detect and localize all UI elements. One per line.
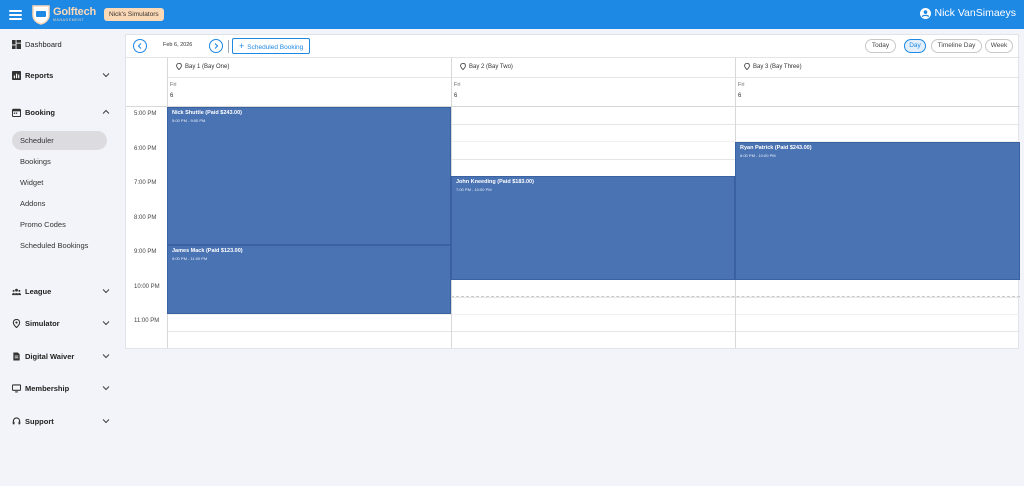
sidebar-item-dashboard[interactable]: Dashboard (12, 36, 112, 52)
sidebar-item-label: Membership (25, 383, 70, 393)
previous-day-button[interactable] (133, 39, 147, 53)
booking-event-title: James Mack (Paid $123.00) (172, 248, 243, 254)
day-view-button[interactable]: Day (904, 39, 926, 53)
sidebar-item-membership[interactable]: Membership (12, 380, 112, 396)
booking-event[interactable]: Ryan Patrick (Paid $243.00) 6:00 PM - 10:… (735, 141, 1020, 280)
current-date-label[interactable]: Feb 6, 2026 (163, 42, 192, 48)
chevron-down-icon (102, 419, 110, 424)
scheduled-booking-label: Scheduled Booking (247, 44, 304, 51)
sidebar-item-league[interactable]: League (12, 283, 112, 299)
toolbar-divider (228, 40, 229, 53)
hamburger-menu-icon[interactable] (9, 8, 22, 21)
sidebar-item-scheduler[interactable]: Scheduler (12, 131, 107, 150)
bay-day-of-week: Fri (454, 82, 461, 88)
booking-event[interactable]: Nick Shuttle (Paid $243.00) 5:00 PM - 9:0… (167, 107, 451, 245)
location-pin-icon (12, 318, 21, 328)
sidebar-item-label: League (25, 286, 52, 296)
sidebar-item-widget[interactable]: Widget (12, 173, 107, 192)
location-pin-icon (460, 63, 466, 70)
chevron-down-icon (102, 354, 110, 359)
chevron-down-icon (102, 386, 110, 391)
top-app-bar: Golftech MANAGEMENT Nick's Simulators Ni… (0, 0, 1024, 29)
logo-secondary-text: MANAGEMENT (53, 17, 85, 22)
booking-event-title: Nick Shuttle (Paid $243.00) (172, 110, 242, 116)
bay-day-number: 6 (170, 93, 174, 99)
booking-event[interactable]: John Kneeding (Paid $183.00) 7:00 PM - 10… (451, 176, 735, 280)
location-pin-icon (744, 63, 750, 70)
booking-event-title: John Kneeding (Paid $183.00) (456, 179, 534, 185)
time-slot-label: 6:00 PM (134, 146, 157, 152)
document-icon (13, 351, 20, 361)
sidebar-item-label: Booking (25, 107, 55, 117)
bay-day-of-week: Fri (738, 82, 745, 88)
sidebar-item-label: Simulator (25, 318, 60, 328)
sidebar-item-reports[interactable]: Reports (12, 67, 112, 83)
chevron-down-icon (102, 73, 110, 78)
time-slot-label: 5:00 PM (134, 111, 157, 117)
sidebar-item-booking[interactable]: Booking (12, 104, 112, 120)
golftech-logo[interactable]: Golftech MANAGEMENT (31, 4, 96, 25)
booking-event[interactable]: James Mack (Paid $123.00) 9:00 PM - 11:00… (167, 245, 451, 314)
sidebar-item-bookings[interactable]: Bookings (12, 152, 107, 171)
bay-title: Bay 3 (Bay Three) (753, 63, 802, 70)
calendar-toolbar: Feb 6, 2026 + Scheduled Booking Today Day… (126, 35, 1020, 58)
sidebar-item-label: Dashboard (25, 39, 62, 49)
booking-event-time: 9:00 PM - 11:00 PM (172, 256, 208, 261)
plus-icon: + (239, 41, 245, 51)
scheduled-booking-button[interactable]: + Scheduled Booking (232, 38, 311, 54)
bay-header: Bay 1 (Bay One) Fri 6 (167, 58, 451, 107)
time-slot-label: 11:00 PM (134, 318, 160, 324)
sidebar-nav: Dashboard Reports Booking Scheduler Book… (0, 29, 120, 486)
sidebar-item-label: Support (25, 416, 54, 426)
bay-title: Bay 1 (Bay One) (185, 63, 230, 70)
scheduler-calendar: Feb 6, 2026 + Scheduled Booking Today Day… (125, 34, 1020, 349)
organization-badge[interactable]: Nick's Simulators (104, 8, 164, 21)
bay-day-number: 6 (738, 93, 742, 99)
chevron-up-icon (102, 109, 110, 114)
booking-event-time: 5:00 PM - 9:00 PM (172, 118, 206, 123)
sidebar-item-simulator[interactable]: Simulator (12, 315, 112, 331)
logo-primary-text: Golftech (53, 5, 97, 18)
timeline-day-view-button[interactable]: Timeline Day (931, 39, 982, 53)
week-view-button[interactable]: Week (985, 39, 1013, 53)
time-slot-label: 8:00 PM (134, 215, 157, 221)
bay-header: Bay 2 (Bay Two) Fri 6 (451, 58, 735, 107)
chevron-right-icon (214, 43, 219, 49)
sidebar-item-digital-waiver[interactable]: Digital Waiver (12, 348, 112, 364)
group-icon (12, 288, 21, 295)
bay-title: Bay 2 (Bay Two) (469, 63, 513, 70)
time-slot-label: 7:00 PM (134, 180, 157, 186)
sidebar-item-scheduled-bookings[interactable]: Scheduled Bookings (12, 236, 107, 255)
monitor-icon (12, 383, 21, 392)
user-name: Nick VanSimaeys (934, 7, 1017, 19)
time-slot-label: 9:00 PM (134, 249, 157, 255)
time-slot-label: 10:00 PM (134, 284, 160, 290)
booking-event-time: 6:00 PM - 10:00 PM (740, 152, 776, 158)
chevron-down-icon (102, 289, 110, 294)
booking-event-time: 7:00 PM - 10:00 PM (456, 187, 492, 192)
booking-event-title: Ryan Patrick (Paid $243.00) (740, 144, 812, 151)
calendar-icon (12, 108, 21, 117)
next-day-button[interactable] (209, 39, 223, 53)
sidebar-item-label: Digital Waiver (25, 351, 75, 361)
sidebar-item-support[interactable]: Support (12, 413, 112, 429)
sidebar-item-promo-codes[interactable]: Promo Codes (12, 215, 107, 234)
location-pin-icon (176, 63, 182, 70)
bay-header: Bay 3 (Bay Three) Fri 6 (735, 58, 1020, 107)
dashboard-icon (12, 39, 21, 49)
bay-day-of-week: Fri (170, 82, 177, 88)
chevron-down-icon (102, 321, 110, 326)
today-button[interactable]: Today (865, 39, 896, 53)
account-circle-icon (919, 7, 931, 19)
shield-logo-icon (32, 5, 50, 25)
bay-day-number: 6 (454, 93, 458, 99)
headset-icon (12, 416, 21, 424)
bay-header-row: Bay 1 (Bay One) Fri 6 Bay 2 (Bay Two) Fri… (126, 58, 1020, 107)
sidebar-item-label: Reports (25, 70, 54, 80)
chevron-left-icon (137, 43, 142, 49)
user-menu[interactable]: Nick VanSimaeys (919, 7, 1017, 19)
sidebar-item-addons[interactable]: Addons (12, 194, 107, 213)
bar-chart-icon (12, 70, 21, 80)
